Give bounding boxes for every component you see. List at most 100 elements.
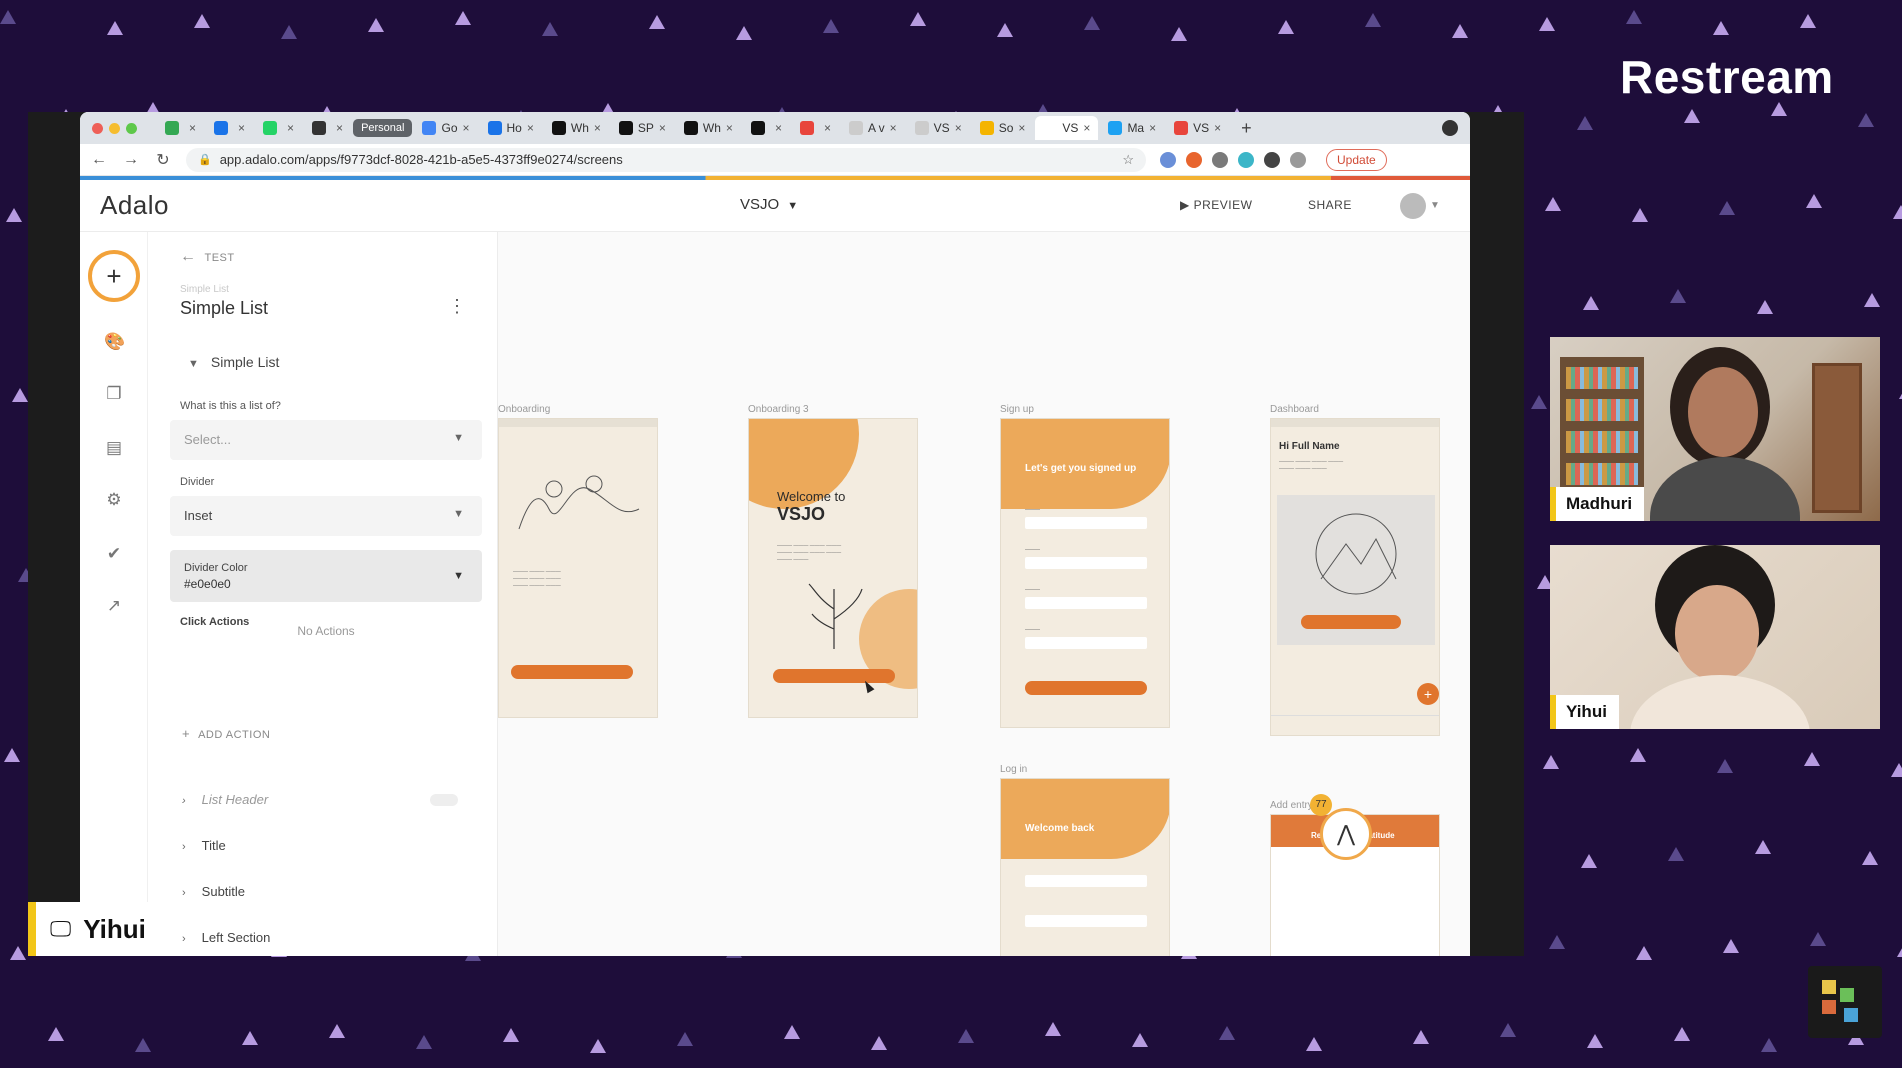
close-tab-icon[interactable]: × bbox=[527, 121, 534, 135]
component-subtitle: Simple List bbox=[180, 284, 229, 295]
triangle-decoration bbox=[1862, 851, 1878, 865]
browser-tab[interactable]: Wh × bbox=[676, 116, 741, 140]
signup-field[interactable] bbox=[1025, 557, 1147, 569]
onboarding-next-button[interactable] bbox=[511, 665, 633, 679]
forward-icon[interactable]: → bbox=[122, 151, 140, 169]
browser-tab[interactable]: So × bbox=[972, 116, 1034, 140]
list-header-toggle[interactable] bbox=[430, 794, 458, 806]
app-switcher[interactable]: VSJO ▼ bbox=[740, 196, 798, 213]
add-gratitude-button[interactable] bbox=[1301, 615, 1401, 629]
close-tab-icon[interactable]: × bbox=[824, 121, 831, 135]
cm-icon bbox=[618, 121, 633, 135]
close-tab-icon[interactable]: × bbox=[1214, 121, 1221, 135]
browser-tab[interactable]: VS × bbox=[1166, 116, 1229, 140]
tab-search-icon[interactable] bbox=[1442, 120, 1458, 136]
bottom-tab-bar[interactable] bbox=[1271, 715, 1439, 735]
account-avatar[interactable] bbox=[1400, 193, 1426, 219]
list-of-select[interactable]: Select... ▼ bbox=[170, 420, 482, 460]
screen-log-in[interactable]: Welcome back bbox=[1000, 778, 1170, 956]
screen-onboarding-3[interactable]: Welcome to VSJO ——— ——— ——— ——— ——— ——— —… bbox=[748, 418, 918, 718]
browser-tab[interactable]: VS × bbox=[1035, 116, 1099, 140]
browser-tab[interactable]: × bbox=[743, 116, 790, 140]
screen-sign-up[interactable]: Let's get you signed up ——— ——— ——— ——— bbox=[1000, 418, 1170, 728]
more-options-icon[interactable]: ⋮ bbox=[448, 296, 466, 317]
close-tab-icon[interactable]: × bbox=[336, 121, 343, 135]
browser-tab[interactable]: × bbox=[255, 116, 302, 140]
extension-icon[interactable] bbox=[1160, 151, 1176, 168]
close-tab-icon[interactable]: × bbox=[1018, 121, 1025, 135]
browser-tab[interactable]: VS × bbox=[907, 116, 970, 140]
left-section-row[interactable]: › Left Section bbox=[182, 930, 270, 945]
fab-add-icon[interactable]: + bbox=[1417, 683, 1439, 705]
screen-onboarding[interactable]: ——— ——— ——— ——— ——— ——— ——— ——— ——— bbox=[498, 418, 658, 718]
back-link[interactable]: ← TEST bbox=[180, 248, 235, 266]
extension-icon[interactable] bbox=[1238, 151, 1254, 168]
component-title[interactable]: Simple List bbox=[180, 298, 268, 319]
signup-field[interactable] bbox=[1025, 597, 1147, 609]
back-icon[interactable]: ← bbox=[90, 151, 108, 169]
address-bar[interactable]: 🔒 app.adalo.com/apps/f9773dcf-8028-421b-… bbox=[186, 147, 1146, 172]
create-account-button[interactable] bbox=[773, 669, 895, 683]
list-header-row[interactable]: › List Header bbox=[182, 792, 268, 807]
divider-color-select[interactable]: Divider Color #e0e0e0 ▼ bbox=[170, 550, 482, 602]
section-header-simple-list[interactable]: ▼ Simple List bbox=[188, 354, 279, 370]
profile-icon[interactable] bbox=[1290, 151, 1306, 168]
signup-field[interactable] bbox=[1025, 637, 1147, 649]
analytics-icon[interactable]: ↗ bbox=[104, 596, 124, 616]
update-button[interactable]: Update bbox=[1326, 148, 1387, 171]
close-tab-icon[interactable]: × bbox=[189, 121, 196, 135]
browser-tab[interactable]: SP × bbox=[611, 116, 674, 140]
close-window-icon[interactable] bbox=[92, 122, 103, 134]
screens-icon[interactable]: ❐ bbox=[104, 384, 124, 404]
signup-field[interactable] bbox=[1025, 517, 1147, 529]
close-tab-icon[interactable]: × bbox=[955, 121, 962, 135]
screen-dashboard[interactable]: Hi Full Name ——— ——— ——— ——— ——— ——— ——— … bbox=[1270, 418, 1440, 736]
preview-button[interactable]: ▶ PREVIEW bbox=[1180, 198, 1252, 212]
triangle-decoration bbox=[910, 12, 926, 26]
extension-icon[interactable] bbox=[1186, 151, 1202, 168]
browser-tab[interactable]: A v × bbox=[841, 116, 905, 140]
browser-tab[interactable]: × bbox=[206, 116, 253, 140]
close-tab-icon[interactable]: × bbox=[287, 121, 294, 135]
close-tab-icon[interactable]: × bbox=[1083, 121, 1090, 135]
reload-icon[interactable]: ↻ bbox=[154, 150, 172, 170]
close-tab-icon[interactable]: × bbox=[463, 121, 470, 135]
signup-submit-button[interactable] bbox=[1025, 681, 1147, 695]
add-component-button[interactable]: + bbox=[88, 250, 140, 302]
extension-icon[interactable] bbox=[1212, 151, 1228, 168]
close-tab-icon[interactable]: × bbox=[726, 121, 733, 135]
close-tab-icon[interactable]: × bbox=[594, 121, 601, 135]
browser-tab[interactable]: × bbox=[157, 116, 204, 140]
palette-icon[interactable]: 🎨 bbox=[104, 332, 125, 352]
browser-tab[interactable]: Ho × bbox=[480, 116, 542, 140]
close-tab-icon[interactable]: × bbox=[775, 121, 782, 135]
add-action-button[interactable]: + ADD ACTION bbox=[182, 726, 270, 741]
chevron-down-icon[interactable]: ▼ bbox=[1430, 200, 1440, 211]
publish-icon[interactable]: ✔ bbox=[104, 544, 124, 564]
browser-tab[interactable]: Personal bbox=[353, 119, 413, 137]
settings-icon[interactable]: ⚙ bbox=[104, 490, 124, 510]
browser-tab[interactable]: Wh × bbox=[544, 116, 609, 140]
adalo-help-button[interactable]: ⋀ bbox=[1320, 808, 1372, 860]
close-tab-icon[interactable]: × bbox=[659, 121, 666, 135]
title-row[interactable]: › Title bbox=[182, 838, 226, 853]
close-tab-icon[interactable]: × bbox=[890, 121, 897, 135]
browser-tab[interactable]: × bbox=[792, 116, 839, 140]
share-button[interactable]: SHARE bbox=[1308, 198, 1352, 212]
puzzle-icon[interactable] bbox=[1264, 151, 1280, 168]
browser-tab[interactable]: × bbox=[304, 116, 351, 140]
minimize-window-icon[interactable] bbox=[109, 122, 120, 134]
window-controls[interactable] bbox=[92, 122, 137, 134]
maximize-window-icon[interactable] bbox=[126, 122, 137, 134]
close-tab-icon[interactable]: × bbox=[1149, 121, 1156, 135]
divider-select[interactable]: Inset ▼ bbox=[170, 496, 482, 536]
browser-tab[interactable]: Go × bbox=[414, 116, 477, 140]
browser-tab[interactable]: Ma × bbox=[1100, 116, 1164, 140]
database-icon[interactable]: ▤ bbox=[104, 438, 124, 458]
bookmark-star-icon[interactable]: ☆ bbox=[1122, 152, 1134, 168]
close-tab-icon[interactable]: × bbox=[238, 121, 245, 135]
login-field[interactable] bbox=[1025, 875, 1147, 887]
login-field[interactable] bbox=[1025, 915, 1147, 927]
subtitle-row[interactable]: › Subtitle bbox=[182, 884, 245, 899]
new-tab-button[interactable]: + bbox=[1241, 118, 1252, 139]
